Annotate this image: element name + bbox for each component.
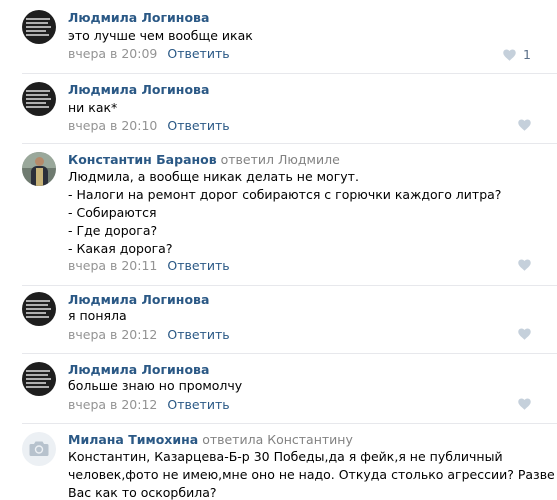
comment-item: Людмила Логинова ни как* вчера в 20:10 От… xyxy=(0,82,557,144)
avatar[interactable] xyxy=(22,82,56,116)
comment-author[interactable]: Людмила Логинова xyxy=(68,82,209,97)
comment-author[interactable]: Людмила Логинова xyxy=(68,10,209,25)
avatar[interactable] xyxy=(22,362,56,396)
comment-item: Людмила Логинова я поняла вчера в 20:12 О… xyxy=(0,292,557,354)
comment-text: Людмила, а вообще никак делать не могут.… xyxy=(68,168,501,258)
comment-item: Людмила Логинова это лучше чем вообще ик… xyxy=(0,10,557,74)
comment-item: Милана Тимохина ответила Константину Кон… xyxy=(0,432,557,500)
heart-icon xyxy=(518,259,531,271)
replied-to-label[interactable]: ответила Константину xyxy=(202,432,353,447)
reply-link[interactable]: Ответить xyxy=(167,327,229,342)
divider xyxy=(22,143,557,144)
like-button[interactable] xyxy=(518,398,531,410)
heart-icon xyxy=(518,328,531,340)
avatar[interactable] xyxy=(22,432,56,466)
comment-time[interactable]: вчера в 20:12 xyxy=(68,327,157,342)
comment-time[interactable]: вчера в 20:10 xyxy=(68,118,157,133)
comment-time[interactable]: вчера в 20:12 xyxy=(68,397,157,412)
comment-text: я поняла xyxy=(68,307,127,325)
like-button[interactable]: 1 xyxy=(503,47,531,62)
heart-icon xyxy=(518,119,531,131)
like-button[interactable] xyxy=(518,259,531,271)
reply-link[interactable]: Ответить xyxy=(167,397,229,412)
comment-item: Людмила Логинова больше знаю но промолчу… xyxy=(0,362,557,424)
camera-icon xyxy=(29,441,49,456)
comments-feed: Людмила Логинова это лучше чем вообще ик… xyxy=(0,0,557,500)
avatar[interactable] xyxy=(22,10,56,44)
comment-item: Константин Баранов ответил Людмиле Людми… xyxy=(0,152,557,286)
comment-text: ни как* xyxy=(68,99,117,117)
comment-text: больше знаю но промолчу xyxy=(68,377,242,395)
reply-link[interactable]: Ответить xyxy=(167,46,229,61)
comment-text-line: - Собираются xyxy=(68,205,157,220)
comment-text-line: Константин, Казарцева-Б-р 30 Победы,да я… xyxy=(68,449,503,464)
avatar[interactable] xyxy=(22,292,56,326)
divider xyxy=(22,285,557,286)
comment-author[interactable]: Людмила Логинова xyxy=(68,292,209,307)
avatar[interactable] xyxy=(22,152,56,186)
reply-link[interactable]: Ответить xyxy=(167,118,229,133)
divider xyxy=(22,423,557,424)
reply-link[interactable]: Ответить xyxy=(167,258,229,273)
comment-text-line: человек,фото не имею,мне оно не надо. От… xyxy=(68,467,557,482)
comment-text-line: - Где дорога? xyxy=(68,223,158,238)
comment-time[interactable]: вчера в 20:09 xyxy=(68,46,157,61)
comment-author[interactable]: Милана Тимохина xyxy=(68,432,198,447)
like-button[interactable] xyxy=(518,328,531,340)
replied-to-label[interactable]: ответил Людмиле xyxy=(221,152,340,167)
comment-text: это лучше чем вообще икак xyxy=(68,27,253,45)
comment-text-line: Людмила, а вообще никак делать не могут. xyxy=(68,169,359,184)
divider xyxy=(22,353,557,354)
comment-text: Константин, Казарцева-Б-р 30 Победы,да я… xyxy=(68,448,557,500)
comment-text-line: больше знаю но промолчу xyxy=(68,378,243,393)
like-count: 1 xyxy=(523,47,531,62)
comment-text-line: - Налоги на ремонт дорог собираются с го… xyxy=(68,187,502,202)
comment-author[interactable]: Людмила Логинова xyxy=(68,362,209,377)
comment-text-line: - Какая дорога? xyxy=(68,241,173,256)
comment-text-line: ни как* xyxy=(68,100,118,115)
comment-text-line: это лучше чем вообще икак xyxy=(68,28,253,43)
like-button[interactable] xyxy=(518,119,531,131)
comment-time[interactable]: вчера в 20:11 xyxy=(68,258,157,273)
comment-author[interactable]: Константин Баранов xyxy=(68,152,217,167)
divider xyxy=(22,73,557,74)
heart-icon xyxy=(503,49,516,61)
comment-text-line: я поняла xyxy=(68,308,127,323)
heart-icon xyxy=(518,398,531,410)
comment-text-line: Вас как то оскорбила? xyxy=(68,485,217,500)
